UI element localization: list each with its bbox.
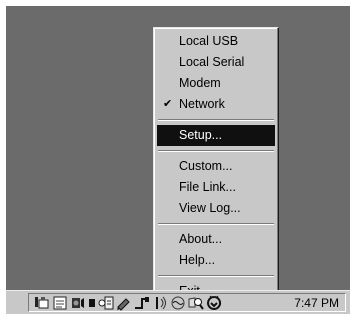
- network-cable-icon[interactable]: [134, 295, 150, 311]
- menu-item-label: View Log...: [179, 201, 241, 215]
- checkmark-icon: ✔: [163, 98, 173, 110]
- menu-separator: [158, 275, 274, 277]
- menu-item-help[interactable]: Help...: [157, 250, 275, 271]
- menu-item-network[interactable]: ✔ Network: [157, 94, 275, 115]
- document-icon[interactable]: [52, 295, 68, 311]
- antenna-icon[interactable]: [152, 295, 168, 311]
- sync-icon[interactable]: [34, 295, 50, 311]
- calendar-icon[interactable]: [98, 295, 114, 311]
- menu-separator: [158, 119, 274, 121]
- menu-item-label: Local Serial: [179, 55, 245, 69]
- system-tray: 7:47 PM: [28, 293, 346, 312]
- menu-item-custom[interactable]: Custom...: [157, 156, 275, 177]
- menu-item-label: Setup...: [179, 128, 223, 142]
- menu-item-setup[interactable]: Setup...: [157, 125, 275, 146]
- magnifier-icon[interactable]: [188, 295, 204, 311]
- power-plug-icon[interactable]: [206, 295, 222, 311]
- taskbar: 7:47 PM: [6, 290, 350, 314]
- menu-item-file-link[interactable]: File Link...: [157, 177, 275, 198]
- menu-item-local-serial[interactable]: Local Serial: [157, 52, 275, 73]
- wave-icon[interactable]: [170, 295, 186, 311]
- menu-item-local-usb[interactable]: Local USB: [157, 31, 275, 52]
- menu-item-label: About...: [179, 232, 223, 246]
- menu-item-label: Custom...: [179, 159, 233, 173]
- pen-icon[interactable]: [116, 295, 132, 311]
- menu-item-label: File Link...: [179, 180, 236, 194]
- menu-item-label: Help...: [179, 253, 216, 267]
- menu-separator: [158, 150, 274, 152]
- speaker-icon[interactable]: [70, 295, 86, 311]
- dot-icon[interactable]: [88, 295, 96, 311]
- menu-item-view-log[interactable]: View Log...: [157, 198, 275, 219]
- context-menu: Local USB Local Serial Modem ✔ Network Se…: [153, 27, 279, 299]
- menu-item-about[interactable]: About...: [157, 229, 275, 250]
- menu-item-label: Local USB: [179, 34, 239, 48]
- menu-item-modem[interactable]: Modem: [157, 73, 275, 94]
- menu-item-label: Network: [179, 97, 225, 111]
- clock[interactable]: 7:47 PM: [294, 294, 339, 312]
- menu-item-label: Modem: [179, 76, 221, 90]
- menu-separator: [158, 223, 274, 225]
